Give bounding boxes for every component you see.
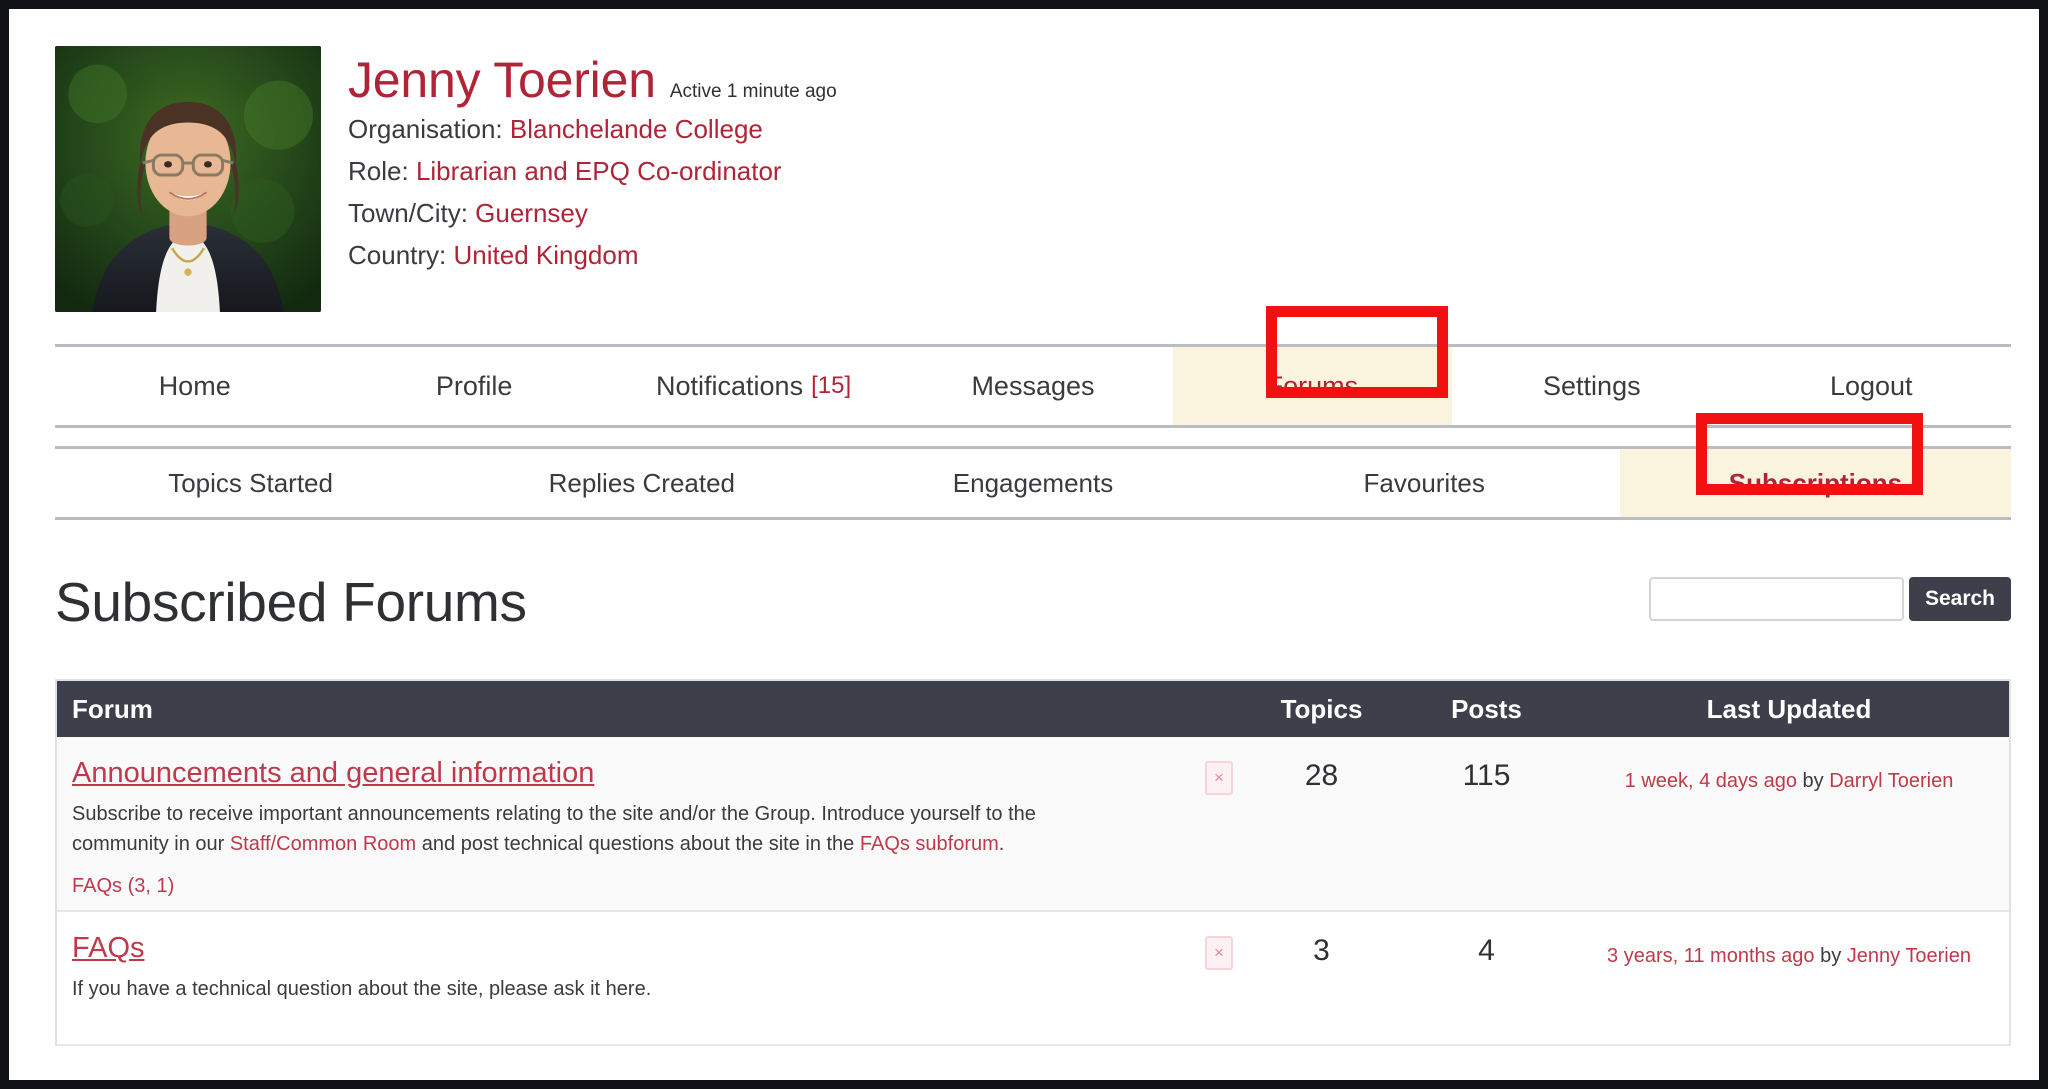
nav-item-forums-label: Forums bbox=[1266, 370, 1359, 401]
nav-item-logout-label: Logout bbox=[1829, 370, 1913, 401]
unsubscribe-cell: × bbox=[1199, 930, 1239, 1032]
forum-description: Subscribe to receive important announcem… bbox=[72, 799, 1117, 859]
profile-field-country-label: Country: bbox=[348, 240, 447, 270]
subnav-item-subscriptions[interactable]: Subscriptions bbox=[1619, 449, 2012, 517]
nav-item-profile[interactable]: Profile bbox=[334, 347, 613, 425]
column-header-forum: Forum bbox=[72, 693, 153, 724]
nav-item-settings-label: Settings bbox=[1543, 370, 1641, 401]
subnav-item-replies-created[interactable]: Replies Created bbox=[446, 449, 837, 517]
table-row: Announcements and general information Su… bbox=[57, 737, 2009, 912]
profile-active-status: Active 1 minute ago bbox=[669, 81, 837, 102]
forum-description-part2: and post technical questions about the s… bbox=[416, 833, 860, 855]
last-updated-by-text: by bbox=[1796, 770, 1830, 792]
table-row: FAQs If you have a technical question ab… bbox=[57, 912, 2009, 1046]
subnav-item-topics-started-label: Topics Started bbox=[168, 467, 333, 498]
forum-cell: Announcements and general information Su… bbox=[57, 755, 1199, 898]
topics-count: 3 bbox=[1313, 934, 1330, 967]
primary-nav-wrapper: Home Profile Notifications [15] Messages… bbox=[55, 306, 2011, 428]
search-form: Search bbox=[1648, 577, 2011, 621]
last-updated-cell: 3 years, 11 months ago by Jenny Toerien bbox=[1569, 930, 2009, 1032]
column-header-topics: Topics bbox=[1280, 693, 1363, 724]
nav-item-forums[interactable]: Forums bbox=[1172, 347, 1453, 425]
page-title: Subscribed Forums bbox=[55, 571, 527, 633]
posts-count: 115 bbox=[1462, 759, 1511, 792]
screenshot-frame: Jenny Toerien Active 1 minute ago Organi… bbox=[0, 0, 2048, 1089]
profile-field-town: Town/City: Guernsey bbox=[348, 192, 837, 234]
profile-field-role: Role: Librarian and EPQ Co-ordinator bbox=[348, 150, 837, 192]
notifications-count-badge: [15] bbox=[811, 372, 852, 399]
subnav-item-favourites[interactable]: Favourites bbox=[1229, 449, 1620, 517]
profile-identity: Jenny Toerien Active 1 minute ago Organi… bbox=[321, 46, 837, 276]
subnav-item-engagements-label: Engagements bbox=[952, 467, 1114, 498]
profile-field-town-value[interactable]: Guernsey bbox=[475, 198, 588, 228]
subscribed-forums-table: Forum Topics Posts Last Updated Announce… bbox=[55, 679, 2011, 1046]
staff-common-room-link[interactable]: Staff/Common Room bbox=[230, 833, 416, 855]
nav-item-home[interactable]: Home bbox=[55, 347, 334, 425]
unsubscribe-close-icon[interactable]: × bbox=[1205, 761, 1233, 795]
profile-name: Jenny Toerien bbox=[348, 52, 656, 108]
primary-nav: Home Profile Notifications [15] Messages… bbox=[55, 344, 2011, 428]
last-updated-time-link[interactable]: 1 week, 4 days ago bbox=[1625, 770, 1797, 792]
last-updated-author-link[interactable]: Jenny Toerien bbox=[1847, 945, 1971, 967]
secondary-nav-wrapper: Topics Started Replies Created Engagemen… bbox=[55, 413, 2012, 520]
nav-item-messages[interactable]: Messages bbox=[893, 347, 1172, 425]
faqs-subforum-link[interactable]: FAQs subforum bbox=[860, 833, 999, 855]
subnav-item-favourites-label: Favourites bbox=[1363, 467, 1485, 498]
nav-item-profile-label: Profile bbox=[435, 370, 513, 401]
profile-header: Jenny Toerien Active 1 minute ago Organi… bbox=[18, 18, 2039, 312]
column-header-last-updated: Last Updated bbox=[1706, 693, 1872, 724]
avatar-photo-icon bbox=[55, 46, 321, 312]
page-root: Jenny Toerien Active 1 minute ago Organi… bbox=[18, 18, 2039, 1080]
nav-item-settings[interactable]: Settings bbox=[1452, 347, 1731, 425]
nav-item-home-label: Home bbox=[158, 370, 231, 401]
posts-count: 4 bbox=[1478, 934, 1495, 967]
topics-count: 28 bbox=[1304, 759, 1339, 792]
search-input[interactable] bbox=[1648, 577, 1904, 621]
profile-field-organisation-label: Organisation: bbox=[348, 114, 503, 144]
profile-field-organisation-value[interactable]: Blanchelande College bbox=[510, 114, 763, 144]
nav-item-notifications[interactable]: Notifications [15] bbox=[614, 347, 893, 425]
subnav-item-topics-started[interactable]: Topics Started bbox=[55, 449, 446, 517]
search-button[interactable]: Search bbox=[1908, 577, 2011, 621]
subnav-item-subscriptions-label: Subscriptions bbox=[1728, 467, 1903, 498]
last-updated-by-text: by bbox=[1814, 945, 1847, 967]
profile-field-country-value[interactable]: United Kingdom bbox=[454, 240, 639, 270]
profile-field-role-value[interactable]: Librarian and EPQ Co-ordinator bbox=[416, 156, 782, 186]
forum-description-part1: If you have a technical question about t… bbox=[72, 978, 652, 1000]
forum-title-link[interactable]: Announcements and general information bbox=[72, 755, 594, 791]
profile-field-town-label: Town/City: bbox=[348, 198, 468, 228]
last-updated-author-link[interactable]: Darryl Toerien bbox=[1829, 770, 1953, 792]
secondary-nav: Topics Started Replies Created Engagemen… bbox=[55, 446, 2012, 520]
profile-name-line: Jenny Toerien Active 1 minute ago bbox=[348, 52, 837, 108]
last-updated-cell: 1 week, 4 days ago by Darryl Toerien bbox=[1569, 755, 2009, 898]
forum-cell: FAQs If you have a technical question ab… bbox=[57, 930, 1199, 1032]
subnav-item-replies-created-label: Replies Created bbox=[548, 467, 736, 498]
nav-item-logout[interactable]: Logout bbox=[1732, 347, 2011, 425]
avatar[interactable] bbox=[55, 46, 321, 312]
nav-item-messages-label: Messages bbox=[971, 370, 1095, 401]
table-header-row: Forum Topics Posts Last Updated bbox=[57, 681, 2009, 737]
forum-description: If you have a technical question about t… bbox=[72, 974, 1117, 1004]
column-header-posts: Posts bbox=[1451, 693, 1522, 724]
unsubscribe-close-icon[interactable]: × bbox=[1205, 936, 1233, 970]
subforum-faqs-link[interactable]: FAQs (3, 1) bbox=[72, 875, 174, 898]
unsubscribe-cell: × bbox=[1199, 755, 1239, 898]
last-updated-time-link[interactable]: 3 years, 11 months ago bbox=[1607, 945, 1815, 967]
content-header: Subscribed Forums Search bbox=[55, 570, 2011, 634]
profile-field-organisation: Organisation: Blanchelande College bbox=[348, 108, 837, 150]
nav-item-notifications-label: Notifications bbox=[656, 370, 804, 401]
forum-description-part3: . bbox=[998, 833, 1005, 855]
forum-title-link[interactable]: FAQs bbox=[72, 930, 145, 966]
subnav-item-engagements[interactable]: Engagements bbox=[837, 449, 1228, 517]
profile-field-role-label: Role: bbox=[348, 156, 409, 186]
profile-field-country: Country: United Kingdom bbox=[348, 234, 837, 276]
